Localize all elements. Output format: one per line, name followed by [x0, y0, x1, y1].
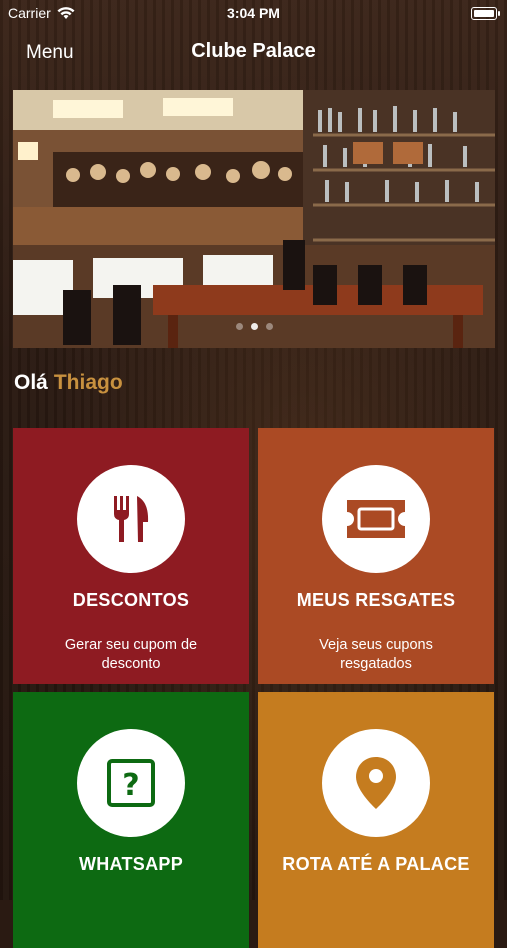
restaurant-photo: [13, 90, 495, 348]
ticket-icon: [347, 500, 405, 538]
descontos-title: DESCONTOS: [72, 590, 190, 610]
descontos-subtitle: Gerar seu cupom de desconto: [64, 637, 198, 672]
navigation-bar: Menu Clube Palace: [0, 28, 507, 82]
descontos-icon-circle: [77, 465, 185, 573]
fork-knife-icon: [114, 496, 149, 542]
rota-icon-circle: [322, 729, 430, 837]
resgates-icon-circle: [322, 465, 430, 573]
rota-palace-tile[interactable]: ROTA ATÉ A PALACE: [258, 692, 494, 948]
page-title: Clube Palace: [191, 40, 316, 62]
meus-resgates-subtitle: Veja seus cupons resgatados: [319, 637, 433, 672]
rota-palace-title: ROTA ATÉ A PALACE: [282, 854, 470, 874]
status-bar: Carrier 3:04 PM: [0, 0, 507, 28]
battery-icon: [471, 7, 500, 20]
hero-carousel[interactable]: [13, 90, 495, 348]
meus-resgates-title: MEUS RESGATES: [296, 590, 456, 610]
whatsapp-icon-circle: ?: [77, 729, 185, 837]
descontos-tile[interactable]: DESCONTOS Gerar seu cupom de desconto: [13, 428, 249, 684]
question-box-icon: ?: [107, 759, 155, 807]
carousel-dot-active[interactable]: [250, 323, 258, 330]
user-name: Thiago: [53, 371, 123, 394]
meus-resgates-tile[interactable]: MEUS RESGATES Veja seus cupons resgatado…: [258, 428, 494, 684]
carousel-dot[interactable]: [265, 323, 273, 330]
whatsapp-title: WHATSAPP: [78, 854, 184, 874]
location-pin-icon: [356, 757, 396, 809]
carousel-indicator[interactable]: [13, 323, 495, 330]
carousel-dot[interactable]: [235, 323, 243, 330]
whatsapp-tile[interactable]: ? WHATSAPP: [13, 692, 249, 948]
status-time: 3:04 PM: [227, 5, 280, 21]
greeting-hello: Olá: [14, 371, 48, 394]
svg-text:?: ?: [122, 768, 139, 803]
greeting: Olá Thiago: [14, 371, 123, 395]
